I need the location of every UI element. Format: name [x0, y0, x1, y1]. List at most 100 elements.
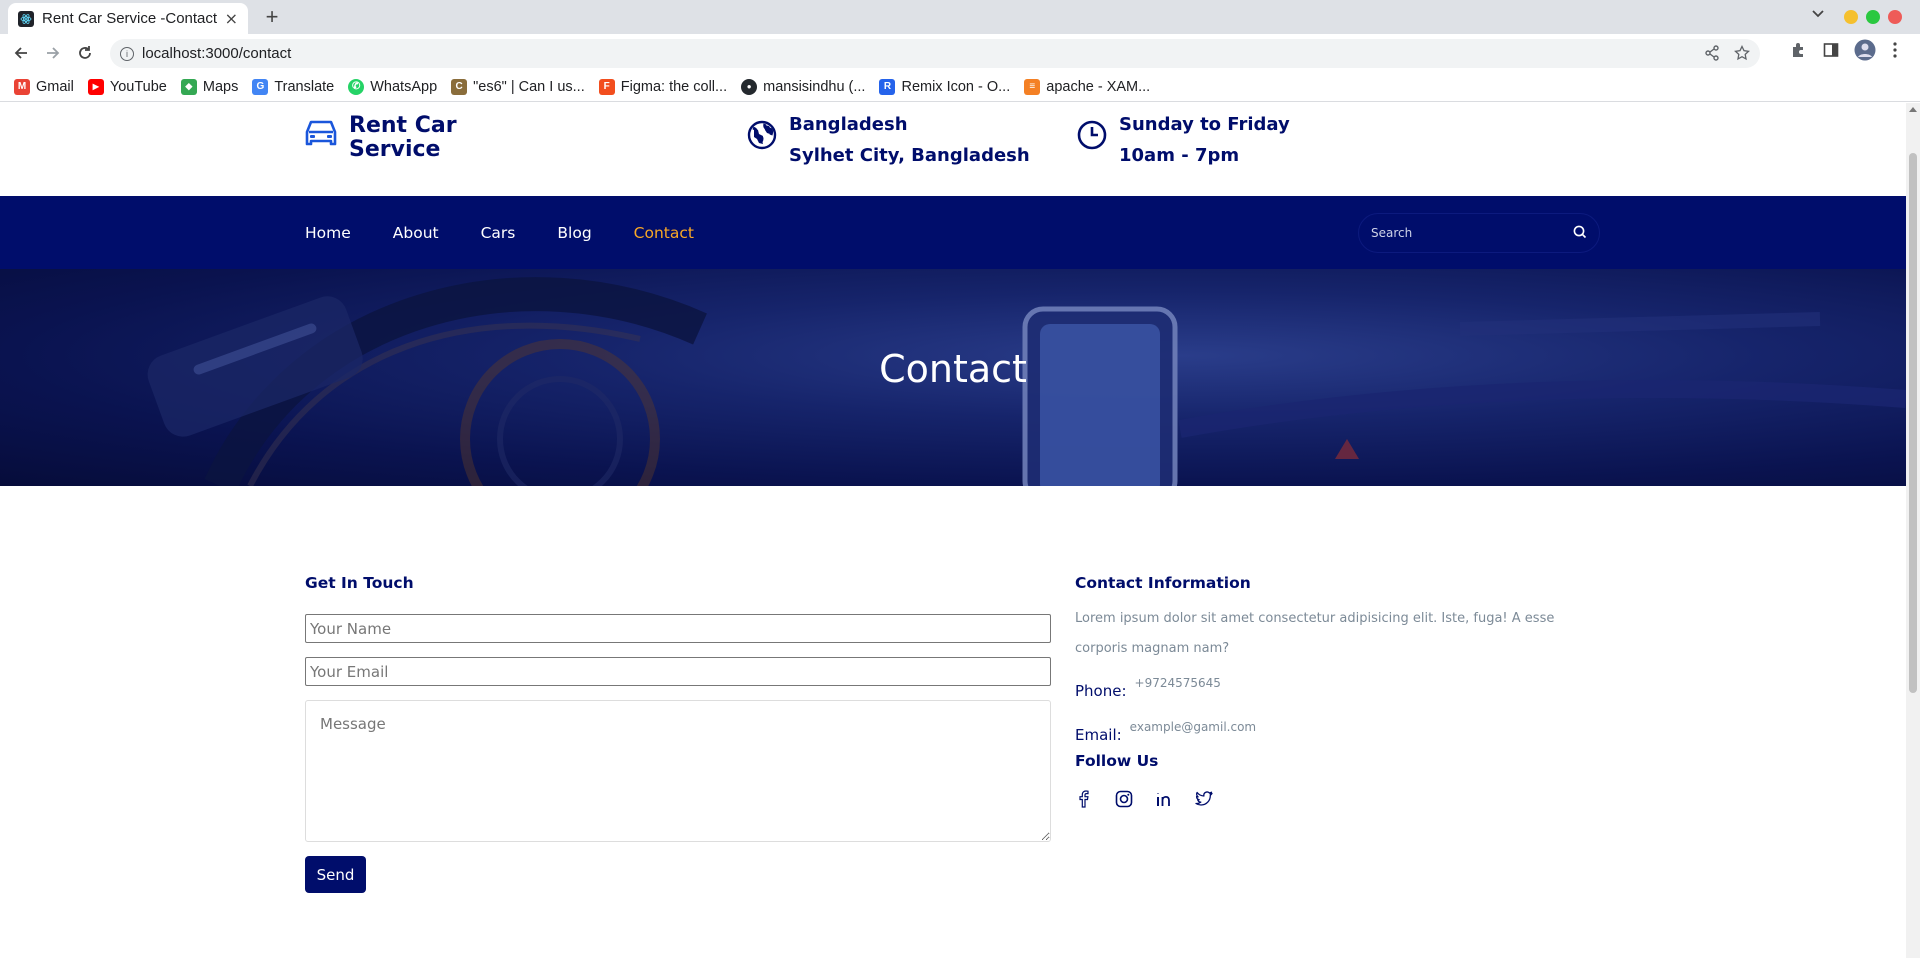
- bookmark-label: Gmail: [36, 78, 74, 95]
- bookmark-label: WhatsApp: [370, 78, 438, 95]
- phone-row: Phone: +9724575645: [1075, 676, 1595, 700]
- linkedin-icon[interactable]: [1155, 790, 1173, 808]
- brand-logo[interactable]: Rent Car Service: [305, 114, 459, 162]
- browser-toolbar: i localhost:3000/contact: [0, 34, 1920, 72]
- remix-icon: R: [879, 78, 896, 95]
- message-field[interactable]: [305, 700, 1051, 842]
- bookmark-item[interactable]: ◆ Maps: [180, 78, 239, 95]
- nav-link-cars[interactable]: Cars: [481, 224, 516, 242]
- nav-search: [1358, 213, 1600, 253]
- page-scrollbar[interactable]: [1906, 103, 1920, 958]
- tab-search-chevron-icon[interactable]: [1812, 6, 1824, 22]
- back-button[interactable]: [8, 40, 34, 66]
- brand-name: Rent Car Service: [349, 113, 457, 162]
- minimize-button[interactable]: [1844, 10, 1858, 24]
- name-field[interactable]: [305, 614, 1051, 643]
- browser-tab-strip: Rent Car Service -Contact × +: [0, 0, 1920, 34]
- scroll-up-arrow-icon[interactable]: [1909, 107, 1917, 112]
- site-info-icon[interactable]: i: [120, 46, 134, 61]
- phone-label: Phone:: [1075, 682, 1127, 700]
- bookmark-label: Remix Icon - O...: [901, 78, 1011, 95]
- nav-link-contact[interactable]: Contact: [634, 224, 694, 242]
- globe-icon: [747, 120, 777, 154]
- side-panel-icon[interactable]: [1823, 42, 1839, 58]
- follow-heading: Follow Us: [1075, 752, 1159, 770]
- site-header: Rent Car Service Bangladesh Sylhet City,…: [0, 103, 1906, 196]
- react-favicon-icon: [18, 10, 34, 27]
- send-button[interactable]: Send: [305, 856, 366, 893]
- contact-section: Get In Touch Send Contact Information Lo…: [0, 486, 1906, 958]
- bookmark-item[interactable]: ✆ WhatsApp: [348, 78, 438, 95]
- form-heading: Get In Touch: [305, 574, 414, 592]
- window-controls: [1844, 10, 1902, 24]
- email-value: example@gamil.com: [1129, 720, 1257, 734]
- contact-form: Get In Touch Send: [305, 574, 1051, 893]
- contact-info: Contact Information Lorem ipsum dolor si…: [1075, 574, 1595, 808]
- location-info: Bangladesh Sylhet City, Bangladesh: [747, 114, 1030, 167]
- bookmark-item[interactable]: ▶ YouTube: [87, 78, 167, 95]
- maximize-button[interactable]: [1866, 10, 1880, 24]
- scrollbar-thumb[interactable]: [1909, 153, 1917, 693]
- hours-days: Sunday to Friday: [1119, 114, 1290, 135]
- facebook-icon[interactable]: [1075, 790, 1093, 808]
- bookmark-item[interactable]: ● mansisindhu (...: [741, 78, 866, 95]
- bookmark-item[interactable]: G Translate: [252, 78, 335, 95]
- profile-avatar[interactable]: [1854, 39, 1876, 61]
- url-text: localhost:3000/contact: [142, 45, 292, 62]
- social-links: [1075, 790, 1595, 808]
- car-icon: [305, 118, 337, 152]
- contact-info-heading: Contact Information: [1075, 574, 1251, 592]
- twitter-icon[interactable]: [1195, 790, 1213, 808]
- caniuse-icon: C: [451, 78, 468, 95]
- bookmark-label: mansisindhu (...: [763, 78, 866, 95]
- whatsapp-icon: ✆: [348, 78, 365, 95]
- new-tab-button[interactable]: +: [258, 3, 286, 31]
- email-label: Email:: [1075, 726, 1122, 744]
- bookmark-item[interactable]: M Gmail: [14, 78, 74, 95]
- address-bar[interactable]: i localhost:3000/contact: [110, 39, 1760, 68]
- bookmark-label: Maps: [202, 78, 239, 95]
- nav-link-home[interactable]: Home: [305, 224, 351, 242]
- search-input[interactable]: [1371, 226, 1573, 240]
- email-row: Email: example@gamil.com: [1075, 720, 1595, 744]
- stackoverflow-icon: ≡: [1024, 78, 1041, 95]
- tab-title: Rent Car Service -Contact: [42, 10, 218, 27]
- youtube-icon: ▶: [87, 78, 104, 95]
- page-title: Contact: [879, 347, 1027, 391]
- reload-button[interactable]: [72, 40, 98, 66]
- github-icon: ●: [741, 78, 758, 95]
- clock-icon: [1077, 120, 1107, 154]
- bookmark-label: Translate: [274, 78, 335, 95]
- browser-menu-icon[interactable]: [1893, 42, 1897, 58]
- bookmark-label: Figma: the coll...: [620, 78, 728, 95]
- instagram-icon[interactable]: [1115, 790, 1133, 808]
- bookmarks-bar: M Gmail ▶ YouTube ◆ Maps G Translate ✆ W…: [0, 72, 1920, 102]
- tab-close-icon[interactable]: ×: [225, 9, 238, 28]
- bookmark-item[interactable]: F Figma: the coll...: [598, 78, 728, 95]
- bookmark-star-icon[interactable]: [1734, 44, 1750, 65]
- share-icon[interactable]: [1704, 45, 1720, 65]
- hero-banner: Contact: [0, 269, 1906, 486]
- contact-info-description: Lorem ipsum dolor sit amet consectetur a…: [1075, 611, 1555, 656]
- browser-tab[interactable]: Rent Car Service -Contact ×: [8, 3, 248, 34]
- forward-button[interactable]: [40, 40, 66, 66]
- location-city: Sylhet City, Bangladesh: [789, 145, 1030, 166]
- location-country: Bangladesh: [789, 114, 908, 135]
- bookmark-item[interactable]: ≡ apache - XAM...: [1024, 78, 1151, 95]
- email-field[interactable]: [305, 657, 1051, 686]
- page-viewport: Rent Car Service Bangladesh Sylhet City,…: [0, 103, 1906, 958]
- main-navbar: Home About Cars Blog Contact: [0, 196, 1906, 269]
- bookmark-label: YouTube: [109, 78, 167, 95]
- gmail-icon: M: [14, 78, 30, 95]
- bookmark-item[interactable]: R Remix Icon - O...: [879, 78, 1011, 95]
- hours-time: 10am - 7pm: [1119, 145, 1240, 166]
- bookmark-item[interactable]: C "es6" | Can I us...: [451, 78, 585, 95]
- nav-link-about[interactable]: About: [393, 224, 439, 242]
- nav-link-blog[interactable]: Blog: [557, 224, 591, 242]
- bookmark-label: apache - XAM...: [1046, 78, 1151, 95]
- hours-info: Sunday to Friday 10am - 7pm: [1077, 114, 1290, 167]
- close-window-button[interactable]: [1888, 10, 1902, 24]
- extensions-icon[interactable]: [1790, 42, 1806, 58]
- translate-icon: G: [252, 78, 269, 95]
- search-icon[interactable]: [1573, 224, 1587, 243]
